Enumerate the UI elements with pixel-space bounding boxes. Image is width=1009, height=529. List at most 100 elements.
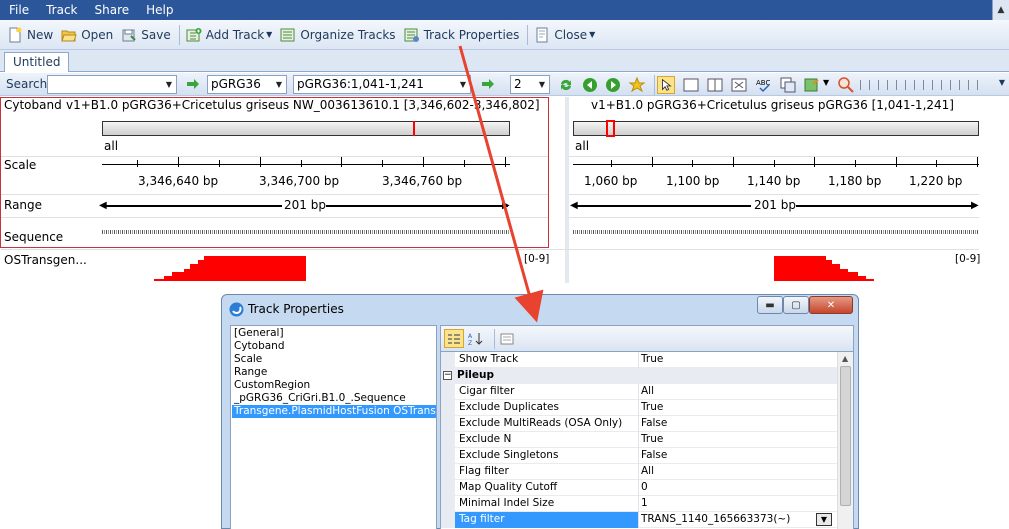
- column-separator: [638, 400, 639, 416]
- track-list-item[interactable]: [General]: [232, 327, 284, 340]
- minimize-button[interactable]: ▬: [757, 296, 783, 314]
- track-list-item[interactable]: Transgene.PlasmidHostFusion OSTransgen: [232, 405, 436, 418]
- scale-tick: [178, 157, 179, 167]
- property-value[interactable]: 0: [641, 480, 648, 495]
- sort-alphabetical-button[interactable]: AZ: [466, 329, 486, 348]
- track-properties-button[interactable]: Track Properties: [401, 24, 525, 46]
- copy-view-icon[interactable]: [779, 76, 797, 94]
- location-input[interactable]: pGRG36:1,041-1,241 ▼: [293, 75, 471, 94]
- property-row[interactable]: Exclude MultiReads (OSA Only) False: [441, 416, 837, 432]
- property-pages-button[interactable]: [497, 329, 517, 348]
- scale-tick-label: 1,060 bp: [584, 174, 638, 188]
- property-row[interactable]: Map Quality Cutoff 0: [441, 480, 837, 496]
- left-view-panel[interactable]: [0, 97, 549, 248]
- tab-untitled[interactable]: Untitled: [4, 52, 70, 72]
- chevron-down-icon[interactable]: ▼: [456, 76, 470, 93]
- chevron-down-icon[interactable]: ▼: [999, 78, 1005, 87]
- menu-file[interactable]: File: [0, 0, 37, 20]
- close-button[interactable]: Close ▼: [531, 24, 600, 46]
- track-list-item[interactable]: Scale: [232, 353, 262, 366]
- scale-tick: [260, 157, 261, 167]
- track-divider: [1, 156, 548, 157]
- view-count-select[interactable]: 2 ▼: [510, 75, 550, 94]
- property-value[interactable]: False: [641, 416, 667, 431]
- property-value[interactable]: All: [641, 384, 654, 399]
- close-button-label: Close: [554, 27, 588, 42]
- track-list-item[interactable]: _pGRG36_CriGri.B1.0_.Sequence: [232, 392, 406, 405]
- organize-tracks-button[interactable]: Organize Tracks: [277, 24, 400, 46]
- track-divider: [569, 194, 979, 195]
- property-value[interactable]: False: [641, 448, 667, 463]
- property-grid-scrollbar[interactable]: ▲: [837, 352, 853, 529]
- select-cursor-icon[interactable]: [657, 76, 675, 94]
- chevron-down-icon[interactable]: ▼: [162, 76, 176, 93]
- menu-scroll-up-button[interactable]: ▲: [992, 0, 1009, 20]
- property-value[interactable]: True: [641, 400, 663, 415]
- search-input[interactable]: ▼: [47, 75, 177, 94]
- dialog-close-button[interactable]: ✕: [809, 296, 853, 314]
- track-divider: [569, 217, 979, 218]
- property-value[interactable]: All: [641, 464, 654, 479]
- fit-view-icon[interactable]: [730, 76, 748, 94]
- maximize-button[interactable]: ▢: [783, 296, 809, 314]
- view-splitter[interactable]: [565, 97, 569, 283]
- property-row[interactable]: Show Track True: [441, 352, 837, 368]
- sync-icon[interactable]: [557, 76, 575, 94]
- cytoband-ideogram[interactable]: [102, 121, 510, 136]
- scale-tick: [423, 157, 424, 167]
- column-separator: [638, 416, 639, 432]
- property-row[interactable]: Flag filter All: [441, 464, 837, 480]
- open-button[interactable]: Open: [58, 24, 118, 46]
- categorized-view-button[interactable]: [444, 329, 464, 348]
- track-list-item[interactable]: Cytoband: [232, 340, 285, 353]
- scroll-up-icon[interactable]: ▲: [842, 354, 848, 363]
- scrollbar-thumb[interactable]: [840, 366, 851, 506]
- property-category[interactable]: − Pileup: [441, 368, 837, 384]
- menu-help[interactable]: Help: [137, 0, 181, 20]
- cytoband-ideogram-right[interactable]: [573, 121, 979, 136]
- menu-share[interactable]: Share: [86, 0, 138, 20]
- close-icon: ✕: [826, 299, 836, 311]
- track-list-item[interactable]: CustomRegion: [232, 379, 310, 392]
- property-value[interactable]: True: [641, 352, 663, 367]
- split-view-icon[interactable]: [706, 76, 724, 94]
- collapse-icon[interactable]: −: [443, 371, 452, 380]
- track-list-item[interactable]: Range: [232, 366, 267, 379]
- bookmark-star-icon[interactable]: [628, 76, 646, 94]
- go-arrow-icon[interactable]: [186, 77, 200, 91]
- range-arrow-left-icon: ◀: [570, 200, 578, 211]
- property-value[interactable]: TRANS_1140_165663373(~): [641, 512, 790, 527]
- menu-track[interactable]: Track: [37, 0, 85, 20]
- back-arrow-icon[interactable]: [581, 76, 599, 94]
- property-name: Exclude Duplicates: [459, 401, 559, 413]
- new-button-label: New: [27, 27, 54, 42]
- add-track-button[interactable]: Add Track ▼: [183, 24, 278, 46]
- zoom-icon[interactable]: [837, 76, 855, 94]
- spell-check-icon[interactable]: ABC: [755, 76, 773, 94]
- chevron-down-icon[interactable]: ▼: [816, 513, 832, 526]
- scale-tick-label: 1,180 bp: [828, 174, 882, 188]
- track-list[interactable]: [General] Cytoband Scale Range CustomRegion _…: [230, 325, 437, 529]
- single-view-icon[interactable]: [682, 76, 700, 94]
- property-grid[interactable]: Show Track True − Pileup Cigar filter All Excl…: [440, 351, 854, 529]
- property-row[interactable]: Minimal Indel Size 1: [441, 496, 837, 512]
- forward-arrow-icon[interactable]: [604, 76, 622, 94]
- chevron-down-icon[interactable]: ▼: [823, 78, 829, 87]
- save-button[interactable]: Save: [118, 24, 175, 46]
- property-row[interactable]: Cigar filter All: [441, 384, 837, 400]
- chevron-down-icon[interactable]: ▼: [535, 76, 549, 93]
- property-row[interactable]: Exclude Duplicates True: [441, 400, 837, 416]
- export-image-icon[interactable]: [803, 76, 821, 94]
- cytoband-selection-box[interactable]: [606, 120, 615, 137]
- zoom-slider[interactable]: [860, 80, 986, 90]
- property-value[interactable]: 1: [641, 496, 648, 511]
- property-row[interactable]: Exclude N True: [441, 432, 837, 448]
- property-value[interactable]: True: [641, 432, 663, 447]
- scale-tick: [464, 160, 465, 167]
- property-row[interactable]: Tag filter TRANS_1140_165663373(~) ▼: [441, 512, 837, 528]
- chevron-down-icon[interactable]: ▼: [272, 76, 286, 93]
- new-button[interactable]: New: [4, 24, 58, 46]
- go-location-icon[interactable]: [481, 77, 495, 91]
- genome-select[interactable]: pGRG36 ▼: [207, 75, 287, 94]
- property-row[interactable]: Exclude Singletons False: [441, 448, 837, 464]
